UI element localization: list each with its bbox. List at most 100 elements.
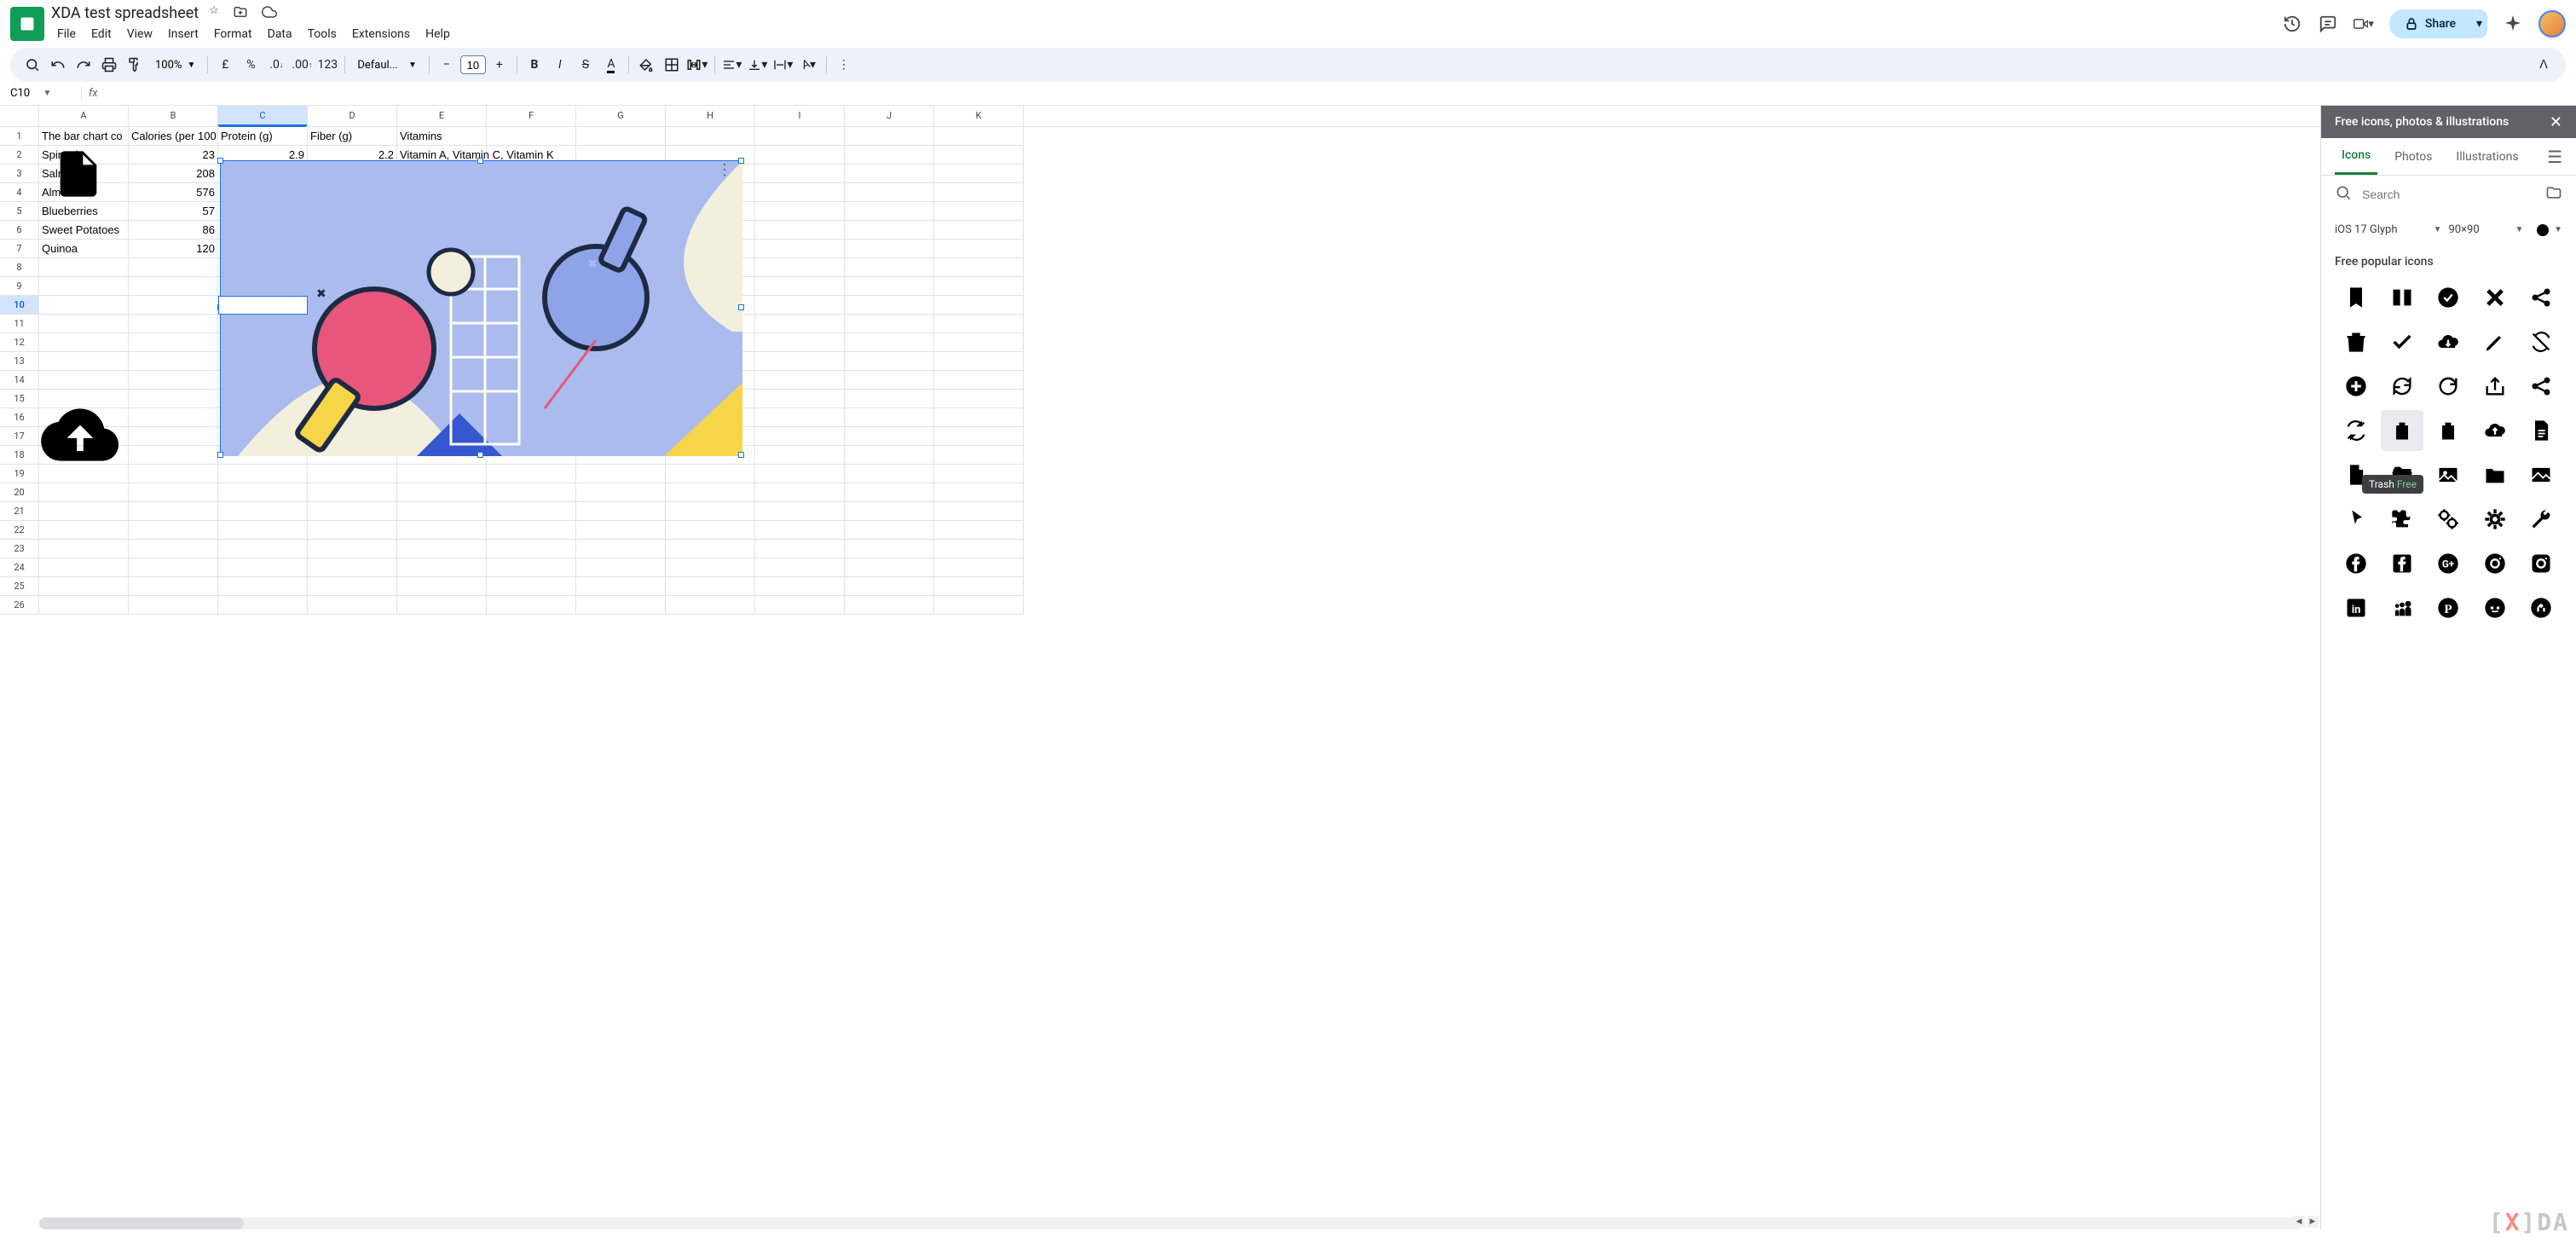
cell-F18[interactable] bbox=[487, 446, 576, 465]
cell-G10[interactable] bbox=[576, 296, 666, 315]
cell-F9[interactable] bbox=[487, 277, 576, 296]
cell-K2[interactable] bbox=[934, 146, 1024, 165]
row-header-8[interactable]: 8 bbox=[0, 258, 39, 277]
row-header-17[interactable]: 17 bbox=[0, 427, 39, 446]
cell-G13[interactable] bbox=[576, 352, 666, 371]
gear-icon[interactable] bbox=[2474, 499, 2516, 540]
gemini-icon[interactable] bbox=[2503, 14, 2523, 34]
cell-J19[interactable] bbox=[845, 465, 934, 483]
cell-C2[interactable]: 2.9 bbox=[218, 146, 308, 165]
col-header-H[interactable]: H bbox=[666, 106, 755, 126]
move-icon[interactable] bbox=[233, 4, 248, 23]
cell-A17[interactable] bbox=[39, 427, 129, 446]
cell-J18[interactable] bbox=[845, 446, 934, 465]
menu-help[interactable]: Help bbox=[419, 24, 456, 44]
instagram-circle-icon[interactable] bbox=[2474, 543, 2516, 584]
cell-A24[interactable] bbox=[39, 558, 129, 577]
cell-A2[interactable]: Spinach bbox=[39, 146, 129, 165]
cell-I21[interactable] bbox=[755, 502, 845, 521]
cell-I19[interactable] bbox=[755, 465, 845, 483]
cell-C21[interactable] bbox=[218, 502, 308, 521]
sheets-logo[interactable] bbox=[10, 7, 44, 41]
book-open-icon[interactable] bbox=[2381, 277, 2423, 318]
collapse-toolbar-icon[interactable]: ᐱ bbox=[2532, 53, 2556, 77]
cell-K13[interactable] bbox=[934, 352, 1024, 371]
cell-E9[interactable] bbox=[397, 277, 487, 296]
search-menus-icon[interactable] bbox=[20, 53, 44, 77]
font-size-input[interactable] bbox=[460, 55, 486, 74]
cell-H16[interactable] bbox=[666, 408, 755, 427]
decrease-decimal-icon[interactable]: .0↓ bbox=[264, 53, 288, 77]
cell-F7[interactable] bbox=[487, 240, 576, 258]
sync-off-icon[interactable] bbox=[2520, 321, 2562, 362]
cell-H23[interactable] bbox=[666, 540, 755, 558]
row-header-24[interactable]: 24 bbox=[0, 558, 39, 577]
cell-F23[interactable] bbox=[487, 540, 576, 558]
more-toolbar-icon[interactable]: ⋮ bbox=[832, 53, 856, 77]
cell-K18[interactable] bbox=[934, 446, 1024, 465]
cell-F1[interactable] bbox=[487, 127, 576, 146]
cell-B4[interactable]: 576 bbox=[129, 183, 218, 202]
h-align-icon[interactable]: ▾ bbox=[720, 53, 744, 77]
history-icon[interactable] bbox=[2282, 14, 2302, 34]
cell-J3[interactable] bbox=[845, 165, 934, 183]
cell-J4[interactable] bbox=[845, 183, 934, 202]
cell-K20[interactable] bbox=[934, 483, 1024, 502]
puzzle-icon[interactable] bbox=[2381, 499, 2423, 540]
cell-B17[interactable] bbox=[129, 427, 218, 446]
cloud-status-icon[interactable] bbox=[262, 4, 277, 23]
cell-I8[interactable] bbox=[755, 258, 845, 277]
cell-E7[interactable]: Various B-vitamins bbox=[397, 240, 487, 258]
cell-D6[interactable]: 3 bbox=[308, 221, 397, 240]
instagram-square-icon[interactable] bbox=[2520, 543, 2562, 584]
cell-A9[interactable] bbox=[39, 277, 129, 296]
cell-I9[interactable] bbox=[755, 277, 845, 296]
cell-J16[interactable] bbox=[845, 408, 934, 427]
color-filter[interactable]: ▼ bbox=[2530, 221, 2562, 240]
cell-I18[interactable] bbox=[755, 446, 845, 465]
row-header-2[interactable]: 2 bbox=[0, 146, 39, 165]
cell-D23[interactable] bbox=[308, 540, 397, 558]
cell-D11[interactable] bbox=[308, 315, 397, 333]
text-color-icon[interactable]: A bbox=[599, 53, 623, 77]
cell-C24[interactable] bbox=[218, 558, 308, 577]
row-header-3[interactable]: 3 bbox=[0, 165, 39, 183]
cell-A3[interactable]: Salmon bbox=[39, 165, 129, 183]
cell-F20[interactable] bbox=[487, 483, 576, 502]
cell-K15[interactable] bbox=[934, 390, 1024, 408]
col-header-K[interactable]: K bbox=[934, 106, 1024, 126]
cell-F5[interactable] bbox=[487, 202, 576, 221]
share-nodes-icon[interactable] bbox=[2520, 277, 2562, 318]
cell-F4[interactable] bbox=[487, 183, 576, 202]
cell-J20[interactable] bbox=[845, 483, 934, 502]
cell-B7[interactable]: 120 bbox=[129, 240, 218, 258]
cell-H17[interactable] bbox=[666, 427, 755, 446]
cell-K11[interactable] bbox=[934, 315, 1024, 333]
cell-C12[interactable] bbox=[218, 333, 308, 352]
cell-C19[interactable] bbox=[218, 465, 308, 483]
cell-F24[interactable] bbox=[487, 558, 576, 577]
cell-C17[interactable] bbox=[218, 427, 308, 446]
cell-E3[interactable]: Vitamin D, Vitamin B12 bbox=[397, 165, 487, 183]
cell-D13[interactable] bbox=[308, 352, 397, 371]
fill-color-icon[interactable] bbox=[634, 53, 658, 77]
cell-H26[interactable] bbox=[666, 596, 755, 615]
cell-K24[interactable] bbox=[934, 558, 1024, 577]
cloud-download-icon[interactable] bbox=[2427, 321, 2469, 362]
cell-K25[interactable] bbox=[934, 577, 1024, 596]
cell-B14[interactable] bbox=[129, 371, 218, 390]
cell-H6[interactable] bbox=[666, 221, 755, 240]
gears-icon[interactable] bbox=[2427, 499, 2469, 540]
bookmark-icon[interactable] bbox=[2335, 277, 2377, 318]
cell-C15[interactable] bbox=[218, 390, 308, 408]
cell-J10[interactable] bbox=[845, 296, 934, 315]
row-header-9[interactable]: 9 bbox=[0, 277, 39, 296]
cell-F21[interactable] bbox=[487, 502, 576, 521]
name-box[interactable]: C10▼ bbox=[7, 87, 82, 100]
cell-C8[interactable] bbox=[218, 258, 308, 277]
cell-J17[interactable] bbox=[845, 427, 934, 446]
cell-D24[interactable] bbox=[308, 558, 397, 577]
cell-H12[interactable] bbox=[666, 333, 755, 352]
row-header-6[interactable]: 6 bbox=[0, 221, 39, 240]
row-header-4[interactable]: 4 bbox=[0, 183, 39, 202]
